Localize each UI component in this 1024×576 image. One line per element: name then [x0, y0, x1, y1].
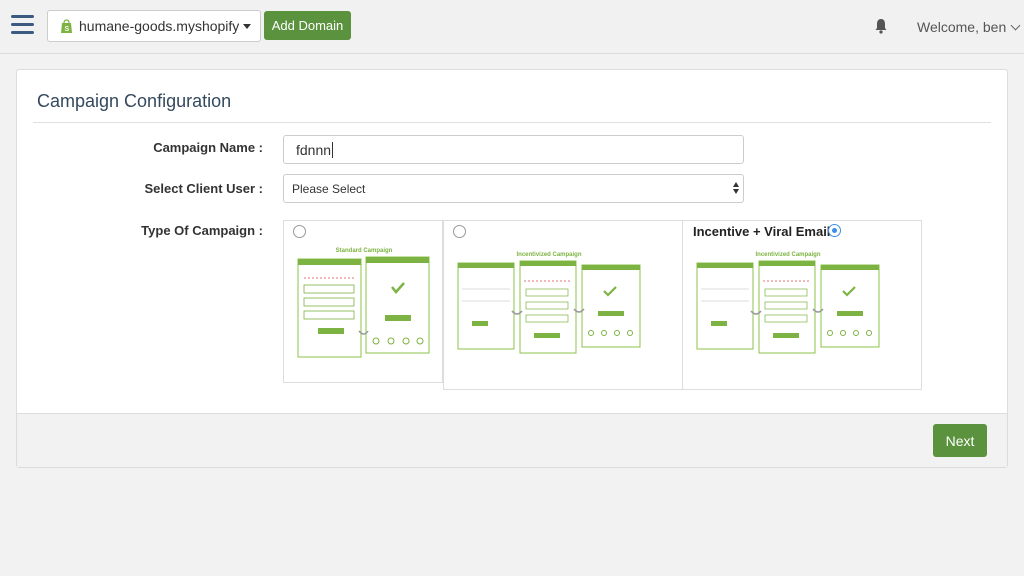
campaign-name-value: fdnnn [296, 141, 332, 158]
campaign-type-card-standard[interactable]: Standard Campaign [283, 220, 443, 383]
client-user-label: Select Client User : [144, 181, 264, 196]
client-user-select[interactable]: Please Select [283, 174, 744, 203]
incentivized-campaign-thumbnail: Incentivized Campaign [457, 252, 641, 354]
divider [33, 122, 991, 123]
text-cursor [332, 141, 334, 158]
campaign-type-radio-selected[interactable] [828, 224, 841, 237]
thumb-caption: Standard Campaign [336, 248, 393, 254]
shopify-bag-icon: S [61, 18, 72, 33]
client-user-selected: Please Select [292, 181, 366, 196]
panel-footer: Next [17, 413, 1007, 467]
page-title: Campaign Configuration [37, 91, 232, 111]
standard-campaign-thumbnail: Standard Campaign [297, 248, 430, 358]
campaign-type-label: Type Of Campaign : [141, 223, 263, 238]
welcome-text: Welcome, ben [917, 19, 1007, 35]
thumb-caption: Incentivized Campaign [755, 252, 820, 258]
store-name: humane-goods.myshopify [79, 18, 239, 34]
caret-down-icon [243, 23, 251, 29]
menu-icon[interactable] [11, 15, 34, 36]
bell-icon[interactable] [874, 18, 888, 34]
campaign-type-title: Incentive + Viral Email [693, 224, 831, 239]
campaign-type-card-incentivized[interactable]: Incentivized Campaign [443, 220, 683, 390]
top-bar: S humane-goods.myshopify Add Domain Welc… [0, 0, 1024, 54]
campaign-type-radio[interactable] [293, 225, 306, 238]
campaign-name-label: Campaign Name : [153, 140, 263, 155]
svg-text:S: S [65, 26, 70, 33]
user-menu[interactable]: Welcome, ben [917, 19, 1021, 35]
campaign-name-input[interactable]: fdnnn [283, 135, 744, 164]
thumb-caption: Incentivized Campaign [516, 252, 581, 258]
chevron-down-icon [1010, 20, 1021, 30]
store-selector[interactable]: S humane-goods.myshopify [47, 10, 261, 42]
next-button[interactable]: Next [933, 424, 987, 457]
select-arrows-icon [733, 182, 739, 196]
add-domain-button[interactable]: Add Domain [264, 11, 351, 40]
campaign-config-panel: Campaign Configuration Campaign Name : f… [16, 69, 1008, 468]
campaign-type-card-viral[interactable]: Incentive + Viral Email Incentivized Cam… [682, 220, 922, 390]
viral-campaign-thumbnail: Incentivized Campaign [696, 252, 880, 354]
campaign-type-radio[interactable] [453, 225, 466, 238]
